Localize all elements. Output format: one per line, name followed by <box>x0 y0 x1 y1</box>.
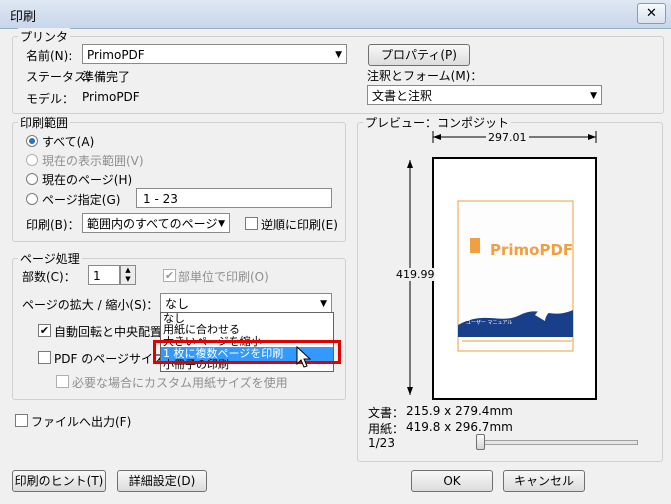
cover-line1: バージョン4.1 <box>466 312 499 318</box>
chevron-down-icon: ▼ <box>590 91 597 101</box>
window-title: 印刷 <box>10 10 37 25</box>
print-to-file-label: ファイルへ出力(F) <box>31 415 132 429</box>
logo-text: PrimoPDF <box>490 241 574 259</box>
copies-label: 部数(C)： <box>22 270 76 284</box>
radio-current-page-label: 現在のページ(H) <box>42 173 133 187</box>
spin-down-icon[interactable]: ▼ <box>121 275 135 284</box>
paper-size-label: 用紙： <box>368 422 405 436</box>
model-value: PrimoPDF <box>82 90 140 104</box>
ok-button[interactable]: OK <box>411 470 493 492</box>
printer-group-label: プリンタ <box>18 28 71 45</box>
preview-slider-track[interactable] <box>478 440 638 445</box>
radio-current-view-label: 現在の表示範囲(V) <box>42 154 144 168</box>
radio-pages[interactable] <box>26 193 38 205</box>
copies-spinner[interactable]: ▲ ▼ <box>120 265 136 285</box>
annotations-select[interactable]: 文書と注釈 ▼ <box>367 85 602 105</box>
print-range-label: 印刷範囲 <box>18 114 71 131</box>
model-label: モデル： <box>26 92 75 106</box>
printer-name-label: 名前(N): <box>26 49 73 63</box>
print-subset-label: 印刷(B)： <box>26 218 80 232</box>
radio-all[interactable] <box>26 135 38 147</box>
height-dimension-value: 419.99 <box>396 268 435 281</box>
highlight-box <box>153 340 341 364</box>
reverse-label: 逆順に印刷(E) <box>261 218 338 232</box>
annotations-label: 注釈とフォーム(M)： <box>367 69 483 83</box>
cancel-button[interactable]: キャンセル <box>503 470 585 492</box>
status-value: 準備完了 <box>82 70 131 84</box>
title-bar <box>0 0 671 29</box>
reverse-checkbox[interactable] <box>245 217 258 230</box>
pages-input[interactable]: 1 - 23 <box>136 188 332 208</box>
page-count: 1/23 <box>368 436 395 450</box>
radio-all-label: すべて(A) <box>42 135 95 149</box>
page-handling-label: ページ処理 <box>18 250 82 267</box>
printer-name-select[interactable]: PrimoPDF ▼ <box>82 44 347 64</box>
copies-input[interactable]: 1 <box>88 265 120 285</box>
cover-line2: ユーザー マニュアル <box>466 320 513 326</box>
advanced-button[interactable]: 詳細設定(D) <box>117 470 207 492</box>
chevron-down-icon: ▼ <box>320 299 327 309</box>
radio-current-view[interactable] <box>26 154 38 166</box>
paper-size-value: 419.8 x 296.7mm <box>406 420 513 434</box>
preview-slider-thumb[interactable] <box>476 434 485 450</box>
document-size-value: 215.9 x 279.4mm <box>406 404 513 418</box>
auto-rotate-checkbox[interactable]: ✔ <box>38 324 51 337</box>
logo-mark <box>470 238 480 253</box>
custom-paper-checkbox[interactable] <box>56 375 69 388</box>
scaling-select[interactable]: なし ▼ <box>160 293 332 313</box>
properties-button[interactable]: プロパティ(P) <box>368 44 470 66</box>
collate-checkbox[interactable]: ✔ <box>163 269 176 282</box>
auto-rotate-label: 自動回転と中央配置( <box>54 325 167 339</box>
custom-paper-label: 必要な場合にカスタム用紙サイズを使用 <box>72 376 288 390</box>
close-button[interactable]: ✕ <box>637 3 666 24</box>
print-to-file-checkbox[interactable] <box>15 414 28 427</box>
chevron-down-icon: ▼ <box>335 50 342 60</box>
print-hints-button[interactable]: 印刷のヒント(T) <box>12 470 106 492</box>
print-subset-select[interactable]: 範囲内のすべてのページ ▼ <box>82 213 230 233</box>
width-dimension-value: 297.01 <box>486 131 529 144</box>
cursor-icon <box>296 345 312 368</box>
scaling-label: ページの拡大 / 縮小(S)： <box>22 298 159 312</box>
preview-canvas <box>407 131 597 400</box>
printer-name-value: PrimoPDF <box>87 48 145 62</box>
spin-up-icon[interactable]: ▲ <box>121 266 135 275</box>
radio-pages-label: ページ指定(G) <box>42 193 121 207</box>
scaling-value: なし <box>165 297 190 311</box>
collate-label: 部単位で印刷(O) <box>178 270 269 284</box>
radio-current-page[interactable] <box>26 173 38 185</box>
pdf-paper-label: PDF のページサイズ( <box>54 352 170 366</box>
print-subset-value: 範囲内のすべてのページ <box>87 217 218 231</box>
chevron-down-icon: ▼ <box>218 219 225 229</box>
annotations-value: 文書と注釈 <box>372 89 433 103</box>
document-size-label: 文書： <box>368 406 405 420</box>
pdf-paper-checkbox[interactable] <box>38 351 51 364</box>
